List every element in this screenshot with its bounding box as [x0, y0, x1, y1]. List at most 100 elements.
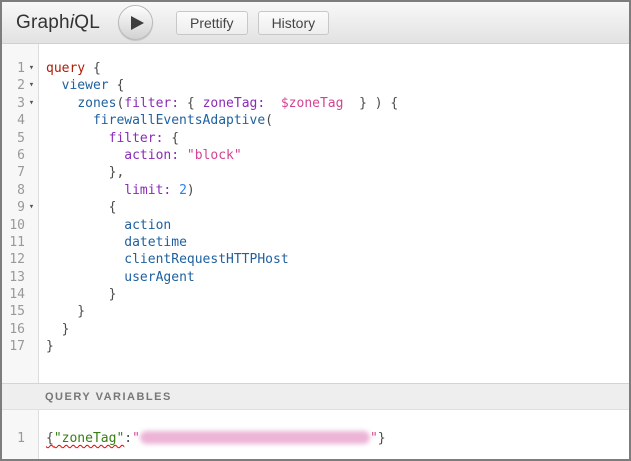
code-line: zones(filter: { zoneTag: $zoneTag } ) { — [46, 95, 629, 112]
code-token: } — [46, 304, 85, 319]
variables-gutter: 1 — [2, 410, 39, 459]
gutter-line: 3▾ — [2, 95, 38, 112]
code-token — [46, 270, 124, 285]
code-token: datetime — [124, 235, 187, 250]
code-token — [46, 183, 124, 198]
fold-arrow-icon[interactable]: ▾ — [25, 60, 38, 77]
code-token: action — [124, 218, 171, 233]
code-token: } — [46, 287, 116, 302]
gutter-line: 15 — [2, 303, 38, 320]
gutter-line: 17 — [2, 338, 38, 355]
code-token: { — [85, 61, 101, 76]
code-token — [46, 96, 77, 111]
code-line: action: "block" — [46, 147, 629, 164]
code-token: "block" — [187, 148, 242, 163]
code-token: ( — [265, 113, 273, 128]
gutter-line: 13 — [2, 269, 38, 286]
code-token — [46, 218, 124, 233]
code-token: ) — [187, 183, 195, 198]
fold-arrow-icon[interactable]: ▾ — [25, 199, 38, 216]
gutter-line: 16 — [2, 321, 38, 338]
code-token — [46, 148, 124, 163]
code-token — [46, 252, 124, 267]
code-token: "zoneTag" — [54, 431, 124, 446]
code-token: } — [378, 431, 386, 446]
code-line: } — [46, 338, 629, 355]
play-icon — [131, 16, 144, 30]
line-number: 4 — [2, 112, 25, 129]
line-number: 17 — [2, 338, 25, 355]
variables-editor: 1 {"zoneTag":""} — [2, 410, 629, 459]
code-line: viewer { — [46, 77, 629, 94]
logo-text-ql: QL — [74, 12, 100, 33]
code-token — [46, 235, 124, 250]
fold-arrow-icon[interactable]: ▾ — [25, 95, 38, 112]
history-button[interactable]: History — [258, 11, 330, 35]
code-token: firewallEventsAdaptive — [93, 113, 265, 128]
query-code-area[interactable]: query { viewer { zones(filter: { zoneTag… — [39, 44, 629, 383]
code-token: : — [124, 431, 132, 446]
code-token: zones — [77, 96, 116, 111]
line-number: 3 — [2, 95, 25, 112]
code-token — [46, 131, 109, 146]
editor-gutter: 1▾2▾3▾456789▾1011121314151617 — [2, 44, 39, 383]
line-number: 6 — [2, 147, 25, 164]
line-number: 15 — [2, 303, 25, 320]
line-number: 5 — [2, 130, 25, 147]
gutter-line: 9▾ — [2, 199, 38, 216]
code-token: filter: — [124, 96, 179, 111]
code-token: } ) { — [343, 96, 398, 111]
gutter-line: 14 — [2, 286, 38, 303]
code-token: { — [179, 96, 202, 111]
code-token: clientRequestHTTPHost — [124, 252, 288, 267]
code-token: 2 — [179, 183, 187, 198]
code-line: }, — [46, 164, 629, 181]
code-line: query { — [46, 60, 629, 77]
code-token: { — [163, 131, 179, 146]
code-line: userAgent — [46, 269, 629, 286]
code-line: datetime — [46, 234, 629, 251]
redacted-value — [140, 431, 370, 444]
gutter-line: 1▾ — [2, 60, 38, 77]
line-number: 8 — [2, 182, 25, 199]
toolbar: Prettify History — [176, 11, 329, 35]
code-token: { — [109, 78, 125, 93]
code-token: } — [46, 322, 69, 337]
code-token — [265, 96, 281, 111]
variables-code-area[interactable]: {"zoneTag":""} — [39, 410, 629, 459]
code-token: } — [46, 339, 54, 354]
prettify-button[interactable]: Prettify — [176, 11, 248, 35]
code-token — [46, 113, 93, 128]
line-number: 16 — [2, 321, 25, 338]
fold-arrow-icon[interactable]: ▾ — [25, 77, 38, 94]
gutter-line: 2▾ — [2, 77, 38, 94]
code-line: clientRequestHTTPHost — [46, 251, 629, 268]
query-variables-header[interactable]: QUERY VARIABLES — [2, 383, 629, 410]
code-token: zoneTag: — [203, 96, 266, 111]
line-number: 13 — [2, 269, 25, 286]
gutter-line: 11 — [2, 234, 38, 251]
execute-button[interactable] — [118, 5, 153, 40]
code-token: limit: — [124, 183, 171, 198]
gutter-line: 12 — [2, 251, 38, 268]
gutter-line: 5 — [2, 130, 38, 147]
graphiql-logo: GraphiQL — [16, 12, 100, 34]
query-variables-title: QUERY VARIABLES — [45, 391, 172, 403]
code-token: query — [46, 61, 85, 76]
code-line: } — [46, 321, 629, 338]
variables-line: {"zoneTag":""} — [46, 430, 629, 447]
line-number: 1 — [2, 60, 25, 77]
code-token — [46, 78, 62, 93]
gutter-line: 8 — [2, 182, 38, 199]
code-token: " — [132, 431, 140, 446]
code-token: { — [46, 431, 54, 446]
gutter-line: 10 — [2, 217, 38, 234]
line-number: 10 — [2, 217, 25, 234]
line-number: 9 — [2, 199, 25, 216]
code-line: firewallEventsAdaptive( — [46, 112, 629, 129]
line-number: 7 — [2, 164, 25, 181]
gutter-line: 4 — [2, 112, 38, 129]
code-token: viewer — [62, 78, 109, 93]
line-number: 2 — [2, 77, 25, 94]
query-editor: 1▾2▾3▾456789▾1011121314151617 query { vi… — [2, 44, 629, 383]
